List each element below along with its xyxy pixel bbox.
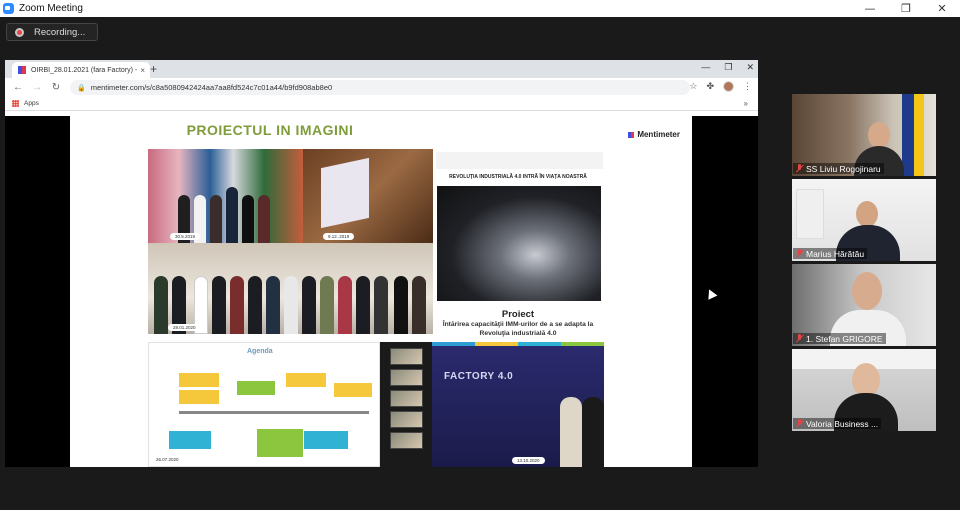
recording-label: Recording... [34, 26, 86, 38]
mentimeter-logo-icon [628, 131, 635, 138]
zoom-logo-icon [3, 3, 14, 14]
muted-mic-icon [795, 249, 804, 258]
extensions-icon[interactable]: ✤ [706, 81, 714, 92]
address-bar[interactable]: 🔒 mentimeter.com/s/c8a5080942424aa7aa8fd… [70, 80, 690, 95]
photo-event-2019-group: 30.5.2019 [148, 149, 303, 243]
presentation-slide: PROIECTUL IN IMAGINI Mentimeter 30.5.201… [70, 116, 692, 467]
address-url: mentimeter.com/s/c8a5080942424aa7aa8fd52… [90, 83, 333, 92]
shared-screen-browser: OIRBI_28.01.2021 (fara Factory) - × + — … [5, 60, 758, 467]
forward-arrow-icon[interactable]: → [31, 82, 43, 93]
new-tab-button[interactable]: + [150, 62, 157, 76]
participant-name: 1. Stefan GRIGORE [806, 333, 883, 344]
photo-date-badge: 28.01.2020 [168, 324, 201, 331]
participant-name: Valoria Business ... [806, 418, 879, 429]
menu-dots-icon[interactable]: ⋮ [743, 81, 752, 92]
close-button[interactable]: ✕ [924, 0, 960, 17]
factory-text: FACTORY 4.0 [444, 371, 514, 382]
bookmarks-bar: Apps » [5, 97, 758, 111]
window-controls: — ❐ ✕ [852, 0, 960, 17]
photo-agenda: Agenda 26.07.2020 [148, 342, 380, 467]
participant-video-tile[interactable]: Marius Hărătău [792, 179, 936, 261]
project-title: Proiect [501, 309, 535, 320]
participant-name-bar: 1. Stefan GRIGORE [793, 333, 886, 344]
poster-image [437, 186, 601, 301]
participant-video-tile[interactable]: SS Liviu Rogojinaru [792, 94, 936, 176]
participant-name-bar: Valoria Business ... [793, 418, 882, 429]
mentimeter-label: Mentimeter [637, 130, 680, 139]
slide-title: PROIECTUL IN IMAGINI [186, 122, 354, 138]
bookmarks-more-icon[interactable]: » [744, 99, 748, 108]
profile-avatar[interactable] [723, 81, 734, 92]
photo-revolution-poster: REVOLUȚIA INDUSTRIALĂ 4.0 INTRĂ ÎN VIAȚA… [433, 149, 603, 306]
restore-button[interactable]: ❐ [888, 0, 924, 17]
photo-group-40ready: 28.01.2020 [148, 243, 433, 334]
muted-mic-icon [795, 334, 804, 343]
minimize-button[interactable]: — [852, 0, 888, 17]
photo-date-badge: 30.5.2019 [170, 233, 201, 240]
photo-video-call-thumbnails [380, 342, 432, 467]
bookmark-star-icon[interactable]: ☆ [689, 81, 697, 92]
browser-restore-icon[interactable]: ❐ [724, 62, 732, 73]
muted-mic-icon [795, 164, 804, 173]
browser-minimize-icon[interactable]: — [701, 62, 710, 73]
back-arrow-icon[interactable]: ← [12, 82, 24, 93]
mentimeter-favicon-icon [18, 66, 26, 74]
lock-icon: 🔒 [77, 84, 86, 92]
browser-toolbar-icons: ☆ ✤ ⋮ [689, 81, 752, 92]
photo-date-badge: 26.07.2020 [151, 456, 184, 463]
apps-grid-icon[interactable] [12, 100, 19, 107]
browser-toolbar: ← → ↻ 🔒 mentimeter.com/s/c8a5080942424aa… [5, 78, 758, 97]
poster-logos [436, 152, 603, 169]
browser-tab-title: OIRBI_28.01.2021 (fara Factory) - [31, 66, 138, 74]
zoom-titlebar: Zoom Meeting — ❐ ✕ [0, 0, 960, 17]
browser-close-icon[interactable]: ✕ [746, 62, 754, 73]
agenda-title: Agenda [247, 348, 273, 355]
participant-name-bar: SS Liviu Rogojinaru [793, 163, 884, 174]
participant-name: SS Liviu Rogojinaru [806, 163, 881, 174]
window-title: Zoom Meeting [19, 3, 83, 14]
photo-factory-event: FACTORY 4.0 13.10.2020 [432, 346, 604, 467]
participant-video-tile[interactable]: Valoria Business ... [792, 349, 936, 431]
tab-close-icon[interactable]: × [140, 66, 145, 75]
browser-window-controls: — ❐ ✕ [701, 62, 754, 73]
photo-date-badge: 13.10.2020 [512, 457, 545, 464]
browser-tab[interactable]: OIRBI_28.01.2021 (fara Factory) - × [12, 62, 150, 78]
muted-mic-icon [795, 419, 804, 428]
poster-revolution-text: REVOLUȚIA INDUSTRIALĂ 4.0 INTRĂ ÎN VIAȚA… [449, 174, 587, 180]
reload-icon[interactable]: ↻ [50, 82, 62, 93]
mentimeter-brand: Mentimeter [628, 130, 680, 139]
presentation-page: PROIECTUL IN IMAGINI Mentimeter 30.5.201… [5, 116, 758, 467]
photo-conference-screen: 9.12..2019 [303, 149, 433, 243]
participant-name: Marius Hărătău [806, 248, 865, 259]
record-icon [15, 27, 24, 37]
photo-date-badge: 9.12..2019 [323, 233, 355, 240]
project-description: Întărirea capacităţii IMM-urilor de a se… [442, 321, 594, 337]
participant-name-bar: Marius Hărătău [793, 248, 868, 259]
browser-tab-strip: OIRBI_28.01.2021 (fara Factory) - × + — … [5, 60, 758, 78]
participant-video-tile[interactable]: 1. Stefan GRIGORE [792, 264, 936, 346]
recording-indicator[interactable]: Recording... [6, 23, 98, 41]
bookmark-apps[interactable]: Apps [24, 100, 39, 107]
